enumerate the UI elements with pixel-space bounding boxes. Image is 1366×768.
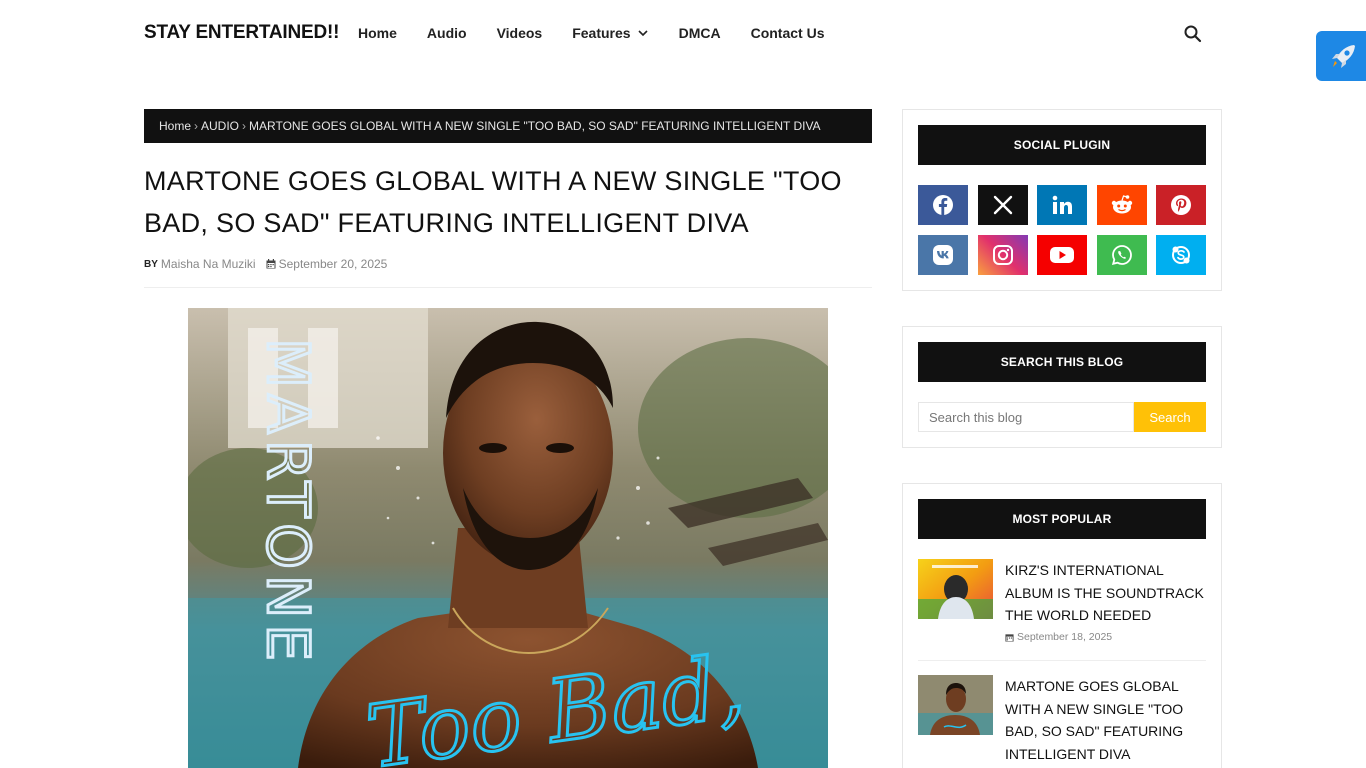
rocket-button[interactable] <box>1316 31 1366 81</box>
vk-icon <box>933 245 953 265</box>
x-twitter-button[interactable] <box>977 185 1028 225</box>
breadcrumb-current: MARTONE GOES GLOBAL WITH A NEW SINGLE "T… <box>249 119 821 133</box>
post-thumbnail[interactable] <box>918 675 993 735</box>
site-title[interactable]: STAY ENTERTAINED!! <box>144 22 339 44</box>
breadcrumb: Home › AUDIO › MARTONE GOES GLOBAL WITH A NE… <box>144 109 872 143</box>
x-twitter-icon <box>993 195 1012 215</box>
breadcrumb-category[interactable]: AUDIO <box>201 119 239 133</box>
nav-item-audio[interactable]: Audio <box>427 25 467 41</box>
nav-label: Features <box>572 25 631 41</box>
social-widget: SOCIAL PLUGIN <box>902 109 1222 291</box>
widget-title: SEARCH THIS BLOG <box>918 342 1206 382</box>
popular-widget: MOST POPULAR KIRZ'S INTERNATIONAL ALBUM … <box>902 483 1222 768</box>
nav-item-contact[interactable]: Contact Us <box>751 25 825 41</box>
post-date: September 20, 2025 <box>278 257 388 271</box>
breadcrumb-separator: › <box>242 119 247 133</box>
whatsapp-button[interactable] <box>1096 235 1147 275</box>
vk-button[interactable] <box>918 235 968 275</box>
date-text: September 18, 2025 <box>1017 631 1113 643</box>
social-grid <box>918 185 1208 275</box>
nav-item-dmca[interactable]: DMCA <box>679 25 721 41</box>
youtube-icon <box>1050 247 1074 263</box>
breadcrumb-home[interactable]: Home <box>159 119 191 133</box>
whatsapp-icon <box>1111 245 1132 266</box>
breadcrumb-separator: › <box>194 119 199 133</box>
instagram-icon <box>992 245 1013 265</box>
skype-button[interactable] <box>1156 235 1206 275</box>
popular-post-title[interactable]: KIRZ'S INTERNATIONAL ALBUM IS THE SOUNDT… <box>1005 559 1207 627</box>
widget-title: MOST POPULAR <box>918 499 1206 539</box>
widget-title: SOCIAL PLUGIN <box>918 125 1206 165</box>
skype-icon <box>1172 246 1190 264</box>
post-title: MARTONE GOES GLOBAL WITH A NEW SINGLE "T… <box>144 166 842 238</box>
facebook-button[interactable] <box>918 185 968 225</box>
rocket-icon <box>1332 45 1355 68</box>
nav-label: Videos <box>496 25 543 41</box>
main-nav: Home Audio Videos Features DMCA Contact … <box>358 25 854 41</box>
divider <box>144 287 872 288</box>
nav-label: Audio <box>426 25 467 41</box>
calendar-icon <box>1005 633 1014 642</box>
search-icon[interactable] <box>1183 24 1203 44</box>
nav-item-home[interactable]: Home <box>358 25 397 41</box>
post-meta: BY Maisha Na Muziki September 20, 2025 <box>144 257 387 271</box>
youtube-button[interactable] <box>1037 235 1087 275</box>
nav-item-videos[interactable]: Videos <box>497 25 543 41</box>
pinterest-icon <box>1171 195 1191 215</box>
facebook-icon <box>933 195 953 215</box>
search-input[interactable] <box>918 402 1134 432</box>
reddit-button[interactable] <box>1096 185 1147 225</box>
by-label: BY <box>144 258 158 270</box>
popular-post-title[interactable]: MARTONE GOES GLOBAL WITH A NEW SINGLE "T… <box>1005 675 1207 765</box>
site-header: STAY ENTERTAINED!! Home Audio Videos Fea… <box>0 0 1366 68</box>
linkedin-icon <box>1052 195 1072 214</box>
reddit-icon <box>1111 195 1132 214</box>
nav-label: DMCA <box>678 25 721 41</box>
linkedin-button[interactable] <box>1037 185 1087 225</box>
divider <box>918 660 1206 661</box>
search-button[interactable]: Search <box>1134 402 1206 432</box>
calendar-icon <box>266 259 276 269</box>
post-thumbnail[interactable] <box>918 559 993 619</box>
nav-label: Home <box>358 25 397 41</box>
search-widget: SEARCH THIS BLOG Search <box>902 326 1222 448</box>
chevron-down-icon <box>638 30 648 37</box>
pinterest-button[interactable] <box>1156 185 1206 225</box>
instagram-button[interactable] <box>977 235 1028 275</box>
post-cover-image: MARTONE Too Bad, <box>188 308 828 768</box>
post-author[interactable]: Maisha Na Muziki <box>161 257 256 271</box>
cover-artist-text: MARTONE <box>254 338 322 667</box>
nav-item-features[interactable]: Features <box>572 25 648 41</box>
nav-label: Contact Us <box>750 25 825 41</box>
popular-post-date: September 18, 2025 <box>1005 631 1112 643</box>
